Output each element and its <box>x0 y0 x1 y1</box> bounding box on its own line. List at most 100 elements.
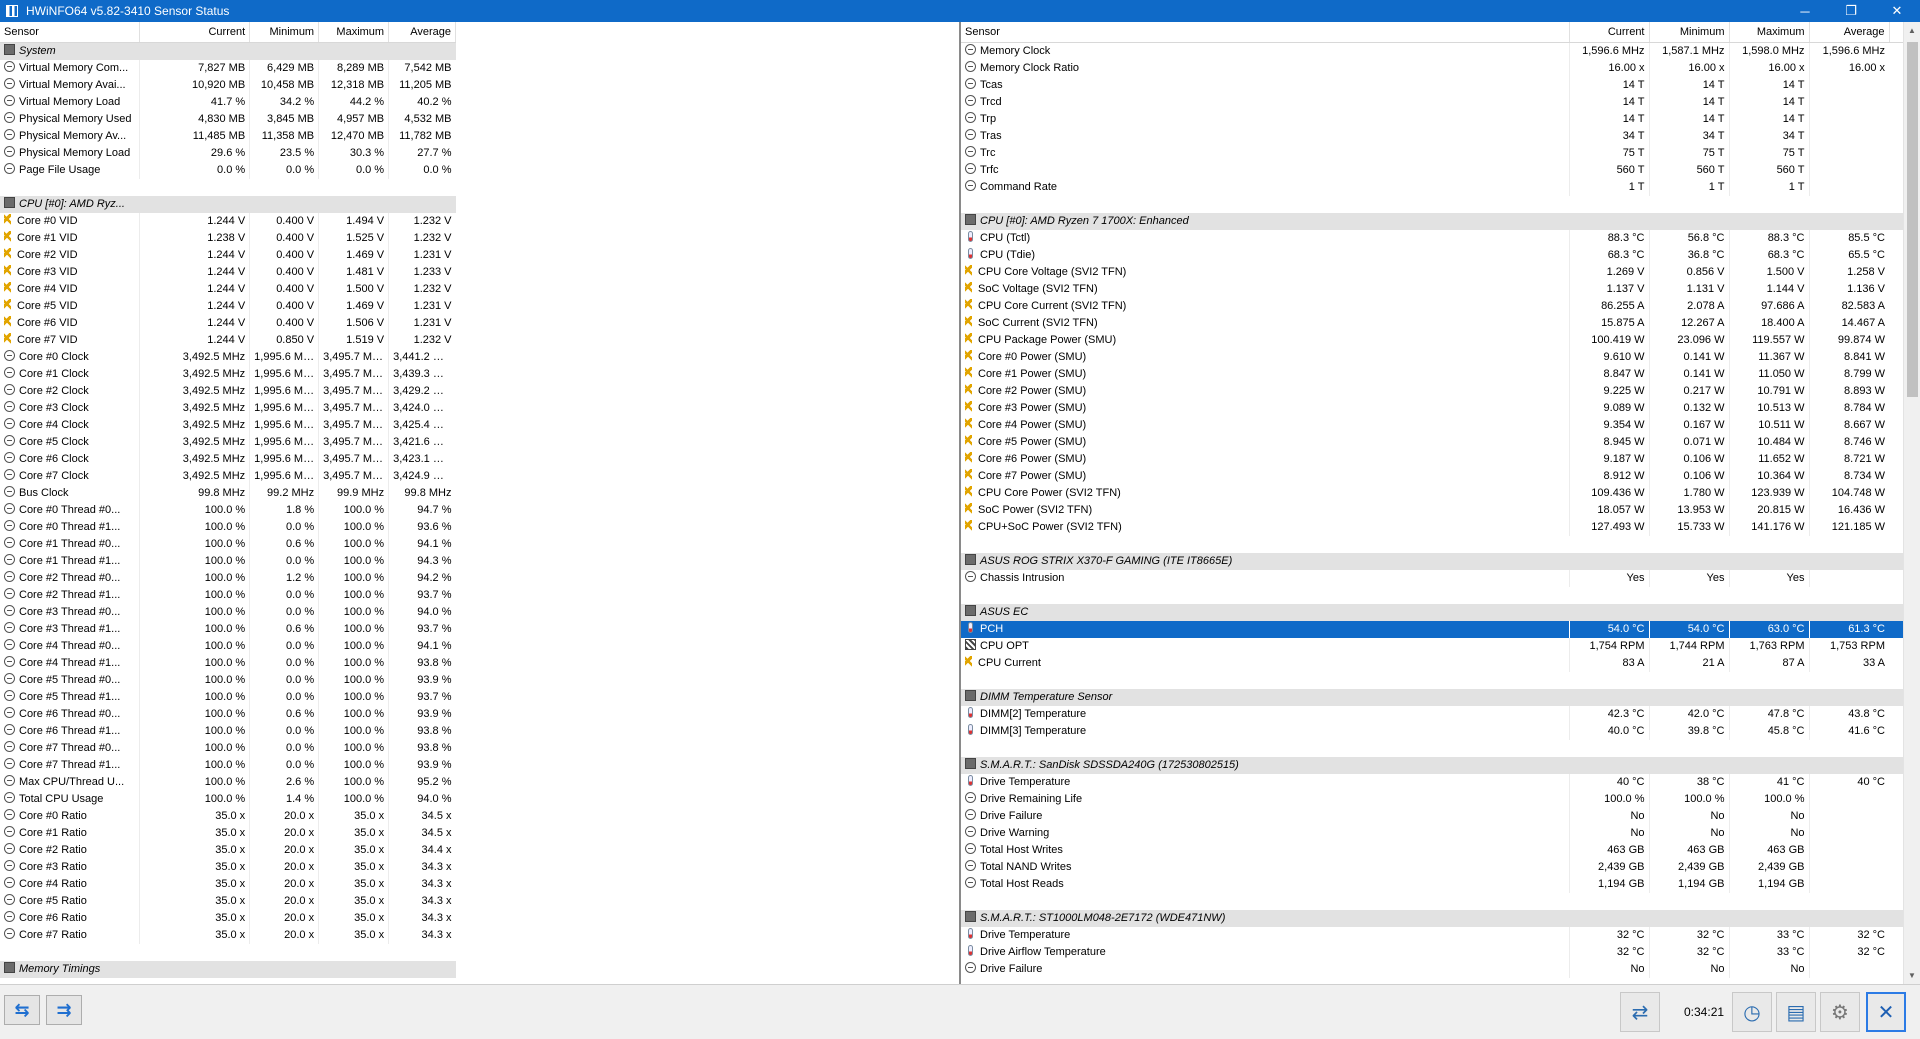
sensor-row[interactable]: Drive Failure No No No <box>961 961 1904 978</box>
sensor-row[interactable]: Core #1 Ratio 35.0 x 20.0 x 35.0 x 34.5 x <box>0 825 456 842</box>
sensor-row[interactable]: Core #3 Ratio 35.0 x 20.0 x 35.0 x 34.3 x <box>0 859 456 876</box>
sensor-row[interactable]: Core #0 Clock 3,492.5 MHz 1,995.6 MHz 3,495… <box>0 349 456 366</box>
sensor-row[interactable]: Core #1 Clock 3,492.5 MHz 1,995.6 MHz 3,495… <box>0 366 456 383</box>
sensor-row[interactable]: Core #2 Ratio 35.0 x 20.0 x 35.0 x 34.4 x <box>0 842 456 859</box>
sensor-row[interactable]: SoC Current (SVI2 TFN) 15.875 A 12.267 A 18… <box>961 315 1904 332</box>
sensor-row[interactable]: Core #6 Clock 3,492.5 MHz 1,995.6 MHz 3,495… <box>0 451 456 468</box>
close-window-button[interactable]: ✕ <box>1874 0 1920 22</box>
sensor-group-header[interactable]: DIMM Temperature Sensor <box>961 689 1904 706</box>
sensor-row[interactable]: Core #4 Clock 3,492.5 MHz 1,995.6 MHz 3,495… <box>0 417 456 434</box>
sensor-row[interactable]: Core #4 Ratio 35.0 x 20.0 x 35.0 x 34.3 x <box>0 876 456 893</box>
sensor-row[interactable]: CPU Package Power (SMU) 100.419 W 23.096 W… <box>961 332 1904 349</box>
sensor-row[interactable]: Core #1 VID 1.238 V 0.400 V 1.525 V 1.232 V <box>0 230 456 247</box>
maximize-button[interactable]: ❐ <box>1828 0 1874 22</box>
sensor-row[interactable]: Core #1 Thread #0... 100.0 % 0.6 % 100.0 % 9… <box>0 536 456 553</box>
sensor-row[interactable]: Core #7 Thread #0... 100.0 % 0.0 % 100.0 % 9… <box>0 740 456 757</box>
sensor-row[interactable]: Chassis Intrusion Yes Yes Yes <box>961 570 1904 587</box>
sensor-row[interactable]: Core #3 Clock 3,492.5 MHz 1,995.6 MHz 3,495… <box>0 400 456 417</box>
sensor-row[interactable]: Virtual Memory Com... 7,827 MB 6,429 MB 8,2… <box>0 60 456 77</box>
sensor-row[interactable]: Core #2 Thread #1... 100.0 % 0.0 % 100.0 % 9… <box>0 587 456 604</box>
sensor-row[interactable]: Physical Memory Load 29.6 % 23.5 % 30.3 % 27… <box>0 145 456 162</box>
sensor-row[interactable]: DIMM[3] Temperature 40.0 °C 39.8 °C 45.8 °C… <box>961 723 1904 740</box>
sensor-row[interactable]: Core #1 Power (SMU) 8.847 W 0.141 W 11.050 … <box>961 366 1904 383</box>
sensor-row[interactable]: Core #5 Power (SMU) 8.945 W 0.071 W 10.484 … <box>961 434 1904 451</box>
sensor-row[interactable]: Drive Remaining Life 100.0 % 100.0 % 100.0 … <box>961 791 1904 808</box>
sensor-row[interactable]: Drive Temperature 40 °C 38 °C 41 °C 40 °C <box>961 774 1904 791</box>
sensor-row[interactable]: Core #5 Ratio 35.0 x 20.0 x 35.0 x 34.3 x <box>0 893 456 910</box>
sensor-row[interactable]: Core #2 Clock 3,492.5 MHz 1,995.6 MHz 3,495… <box>0 383 456 400</box>
sensor-row[interactable]: Core #2 Power (SMU) 9.225 W 0.217 W 10.791 … <box>961 383 1904 400</box>
minimize-button[interactable]: ─ <box>1782 0 1828 22</box>
sensor-row[interactable]: Core #4 Power (SMU) 9.354 W 0.167 W 10.511 … <box>961 417 1904 434</box>
col-header-maximum[interactable]: Maximum <box>318 22 390 43</box>
sensor-row[interactable]: CPU Core Voltage (SVI2 TFN) 1.269 V 0.856 … <box>961 264 1904 281</box>
sensor-row[interactable]: Core #0 VID 1.244 V 0.400 V 1.494 V 1.232 V <box>0 213 456 230</box>
sensor-row[interactable]: Core #3 Power (SMU) 9.089 W 0.132 W 10.513 … <box>961 400 1904 417</box>
network-icon[interactable]: ⇄ <box>1620 992 1660 1032</box>
sensor-row[interactable]: CPU (Tctl) 88.3 °C 56.8 °C 88.3 °C 85.5 °C <box>961 230 1904 247</box>
sensor-row[interactable]: Core #5 Thread #1... 100.0 % 0.0 % 100.0 % 9… <box>0 689 456 706</box>
sensor-row[interactable]: Core #5 Thread #0... 100.0 % 0.0 % 100.0 % 9… <box>0 672 456 689</box>
sensor-row[interactable]: Trp 14 T 14 T 14 T <box>961 111 1904 128</box>
sensor-row[interactable]: Trc 75 T 75 T 75 T <box>961 145 1904 162</box>
scroll-down-arrow-icon[interactable]: ▼ <box>1904 967 1920 984</box>
sensor-row[interactable]: SoC Power (SVI2 TFN) 18.057 W 13.953 W 20.8… <box>961 502 1904 519</box>
sensor-group-header[interactable]: ASUS EC <box>961 604 1904 621</box>
sensor-row[interactable]: Core #6 VID 1.244 V 0.400 V 1.506 V 1.231 V <box>0 315 456 332</box>
sensor-row[interactable]: Max CPU/Thread U... 100.0 % 2.6 % 100.0 % 95… <box>0 774 456 791</box>
sensor-row[interactable]: Bus Clock 99.8 MHz 99.2 MHz 99.9 MHz 99.8 MH… <box>0 485 456 502</box>
col-header-current[interactable]: Current <box>1569 22 1650 43</box>
sensor-row[interactable]: Core #6 Power (SMU) 9.187 W 0.106 W 11.652 … <box>961 451 1904 468</box>
sensor-row[interactable]: Memory Clock Ratio 16.00 x 16.00 x 16.00 x1… <box>961 60 1904 77</box>
sensor-row[interactable]: Core #7 Ratio 35.0 x 20.0 x 35.0 x 34.3 x <box>0 927 456 944</box>
sensor-row[interactable]: Core #4 Thread #0... 100.0 % 0.0 % 100.0 % 9… <box>0 638 456 655</box>
sensor-row[interactable]: Trcd 14 T 14 T 14 T <box>961 94 1904 111</box>
scrollbar-thumb[interactable] <box>1907 42 1918 397</box>
sensor-row[interactable]: CPU (Tdie) 68.3 °C 36.8 °C 68.3 °C 65.5 °C <box>961 247 1904 264</box>
sensor-row[interactable]: Total Host Reads 1,194 GB 1,194 GB 1,194 GB <box>961 876 1904 893</box>
sensor-row[interactable]: Physical Memory Av... 11,485 MB 11,358 MB 1… <box>0 128 456 145</box>
report-icon[interactable]: ▤ <box>1776 992 1816 1032</box>
sensor-row[interactable]: Drive Warning No No No <box>961 825 1904 842</box>
sensor-row[interactable]: Tras 34 T 34 T 34 T <box>961 128 1904 145</box>
col-header-minimum[interactable]: Minimum <box>1649 22 1730 43</box>
col-header-sensor[interactable]: Sensor <box>961 22 1570 43</box>
sensor-row[interactable]: Core #7 VID 1.244 V 0.850 V 1.519 V 1.232 V <box>0 332 456 349</box>
sensor-group-header[interactable]: S.M.A.R.T.: SanDisk SDSSDA240G (17253080… <box>961 757 1904 774</box>
sensor-row[interactable]: CPU Current 83 A 21 A 87 A 33 A <box>961 655 1904 672</box>
sensor-row[interactable]: Core #4 VID 1.244 V 0.400 V 1.500 V 1.232 V <box>0 281 456 298</box>
sensor-row[interactable]: Memory Clock 1,596.6 MHz 1,587.1 MHz 1,598.… <box>961 42 1904 60</box>
sensor-row[interactable]: Core #4 Thread #1... 100.0 % 0.0 % 100.0 % 9… <box>0 655 456 672</box>
sensor-row[interactable]: Core #2 Thread #0... 100.0 % 1.2 % 100.0 % 9… <box>0 570 456 587</box>
sensor-row[interactable]: Virtual Memory Load 41.7 % 34.2 % 44.2 % 40.… <box>0 94 456 111</box>
sensor-pane-left[interactable]: Sensor Current Minimum Maximum Average S… <box>0 22 960 984</box>
sensor-row[interactable]: CPU Core Current (SVI2 TFN) 86.255 A 2.078… <box>961 298 1904 315</box>
sensor-row[interactable]: Total Host Writes 463 GB 463 GB 463 GB <box>961 842 1904 859</box>
sensor-row[interactable]: DIMM[2] Temperature 42.3 °C 42.0 °C 47.8 °C… <box>961 706 1904 723</box>
sensor-row[interactable]: Core #3 Thread #0... 100.0 % 0.0 % 100.0 % 9… <box>0 604 456 621</box>
sensor-row[interactable]: SoC Voltage (SVI2 TFN) 1.137 V 1.131 V 1.14… <box>961 281 1904 298</box>
close-button[interactable]: ✕ <box>1866 992 1906 1032</box>
col-header-average[interactable]: Average <box>388 22 456 43</box>
sensor-row[interactable]: CPU+SoC Power (SVI2 TFN) 127.493 W 15.733 … <box>961 519 1904 536</box>
sensor-row[interactable]: Drive Temperature 32 °C 32 °C 33 °C 32 °C <box>961 927 1904 944</box>
sensor-row[interactable]: Core #6 Ratio 35.0 x 20.0 x 35.0 x 34.3 x <box>0 910 456 927</box>
sensor-row[interactable]: Physical Memory Used 4,830 MB 3,845 MB 4,95… <box>0 111 456 128</box>
sensor-row[interactable]: Virtual Memory Avai... 10,920 MB 10,458 MB… <box>0 77 456 94</box>
scroll-up-arrow-icon[interactable]: ▲ <box>1904 22 1920 39</box>
col-header-current[interactable]: Current <box>139 22 251 43</box>
sensor-row[interactable]: Trfc 560 T 560 T 560 T <box>961 162 1904 179</box>
col-header-minimum[interactable]: Minimum <box>249 22 320 43</box>
sensor-row[interactable]: Command Rate 1 T1 T1 T <box>961 179 1904 196</box>
clock-icon[interactable]: ◷ <box>1732 992 1772 1032</box>
sensor-row[interactable]: PCH 54.0 °C 54.0 °C 63.0 °C 61.3 °C <box>961 621 1904 638</box>
col-header-sensor[interactable]: Sensor <box>0 22 141 43</box>
sensor-row[interactable]: CPU OPT 1,754 RPM 1,744 RPM 1,763 RPM 1,753 … <box>961 638 1904 655</box>
sensor-row[interactable]: Core #5 Clock 3,492.5 MHz 1,995.6 MHz 3,495… <box>0 434 456 451</box>
sensor-group-header[interactable]: S.M.A.R.T.: ST1000LM048-2E7172 (WDE471NW… <box>961 910 1904 927</box>
sensor-row[interactable]: Core #0 Ratio 35.0 x 20.0 x 35.0 x 34.5 x <box>0 808 456 825</box>
sensor-row[interactable]: Tcas 14 T 14 T 14 T <box>961 77 1904 94</box>
sensor-group-header[interactable]: CPU [#0]: AMD Ryz... <box>0 196 456 213</box>
sensor-row[interactable]: Core #3 VID 1.244 V 0.400 V 1.481 V 1.233 V <box>0 264 456 281</box>
sensor-group-header[interactable]: System <box>0 42 456 60</box>
